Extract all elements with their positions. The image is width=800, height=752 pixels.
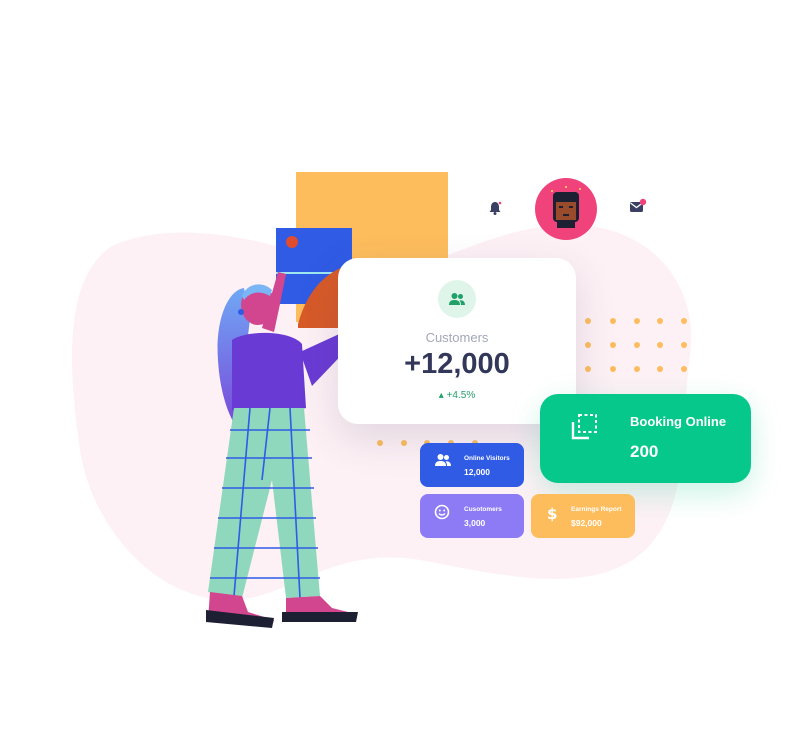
customers-card[interactable]: Customers +12,000 ▴ +4.5% (338, 258, 576, 424)
online-visitors-card[interactable]: Online Visitors 12,000 (420, 443, 524, 487)
mini-card-title: Cusotomers (464, 506, 502, 513)
selection-icon (571, 414, 597, 440)
user-avatar[interactable] (535, 178, 597, 240)
customers-icon-badge (438, 280, 476, 318)
customers-label: Customers (425, 330, 489, 345)
avatar-face-icon (551, 186, 581, 228)
earnings-report-card[interactable]: $ Earnings Report $92,000 (531, 494, 635, 538)
dollar-icon: $ (547, 505, 557, 522)
mini-card-title: Earnings Report (571, 506, 622, 513)
booking-online-card[interactable]: Booking Online 200 (540, 394, 751, 483)
smile-icon (434, 504, 450, 520)
mini-card-value: 12,000 (464, 467, 490, 477)
trend-up-icon: ▴ (438, 390, 447, 401)
mini-card-value: $92,000 (571, 518, 602, 528)
booking-label: Booking Online (630, 414, 727, 429)
bell-icon[interactable] (487, 200, 503, 216)
customers-change-value: +4.5% (446, 390, 476, 401)
svg-text:$: $ (547, 505, 557, 522)
users-icon (435, 454, 451, 466)
customers-change: ▴ +4.5% (338, 390, 576, 401)
booking-value: 200 (630, 442, 659, 461)
customers-mini-card[interactable]: Cusotomers 3,000 (420, 494, 524, 538)
customers-value: +12,000 (404, 348, 510, 380)
mini-card-title: Online Visitors (464, 455, 510, 462)
mini-card-value: 3,000 (464, 518, 486, 528)
sun-shape (286, 236, 298, 248)
users-icon (449, 293, 465, 305)
mail-icon[interactable] (629, 198, 647, 214)
